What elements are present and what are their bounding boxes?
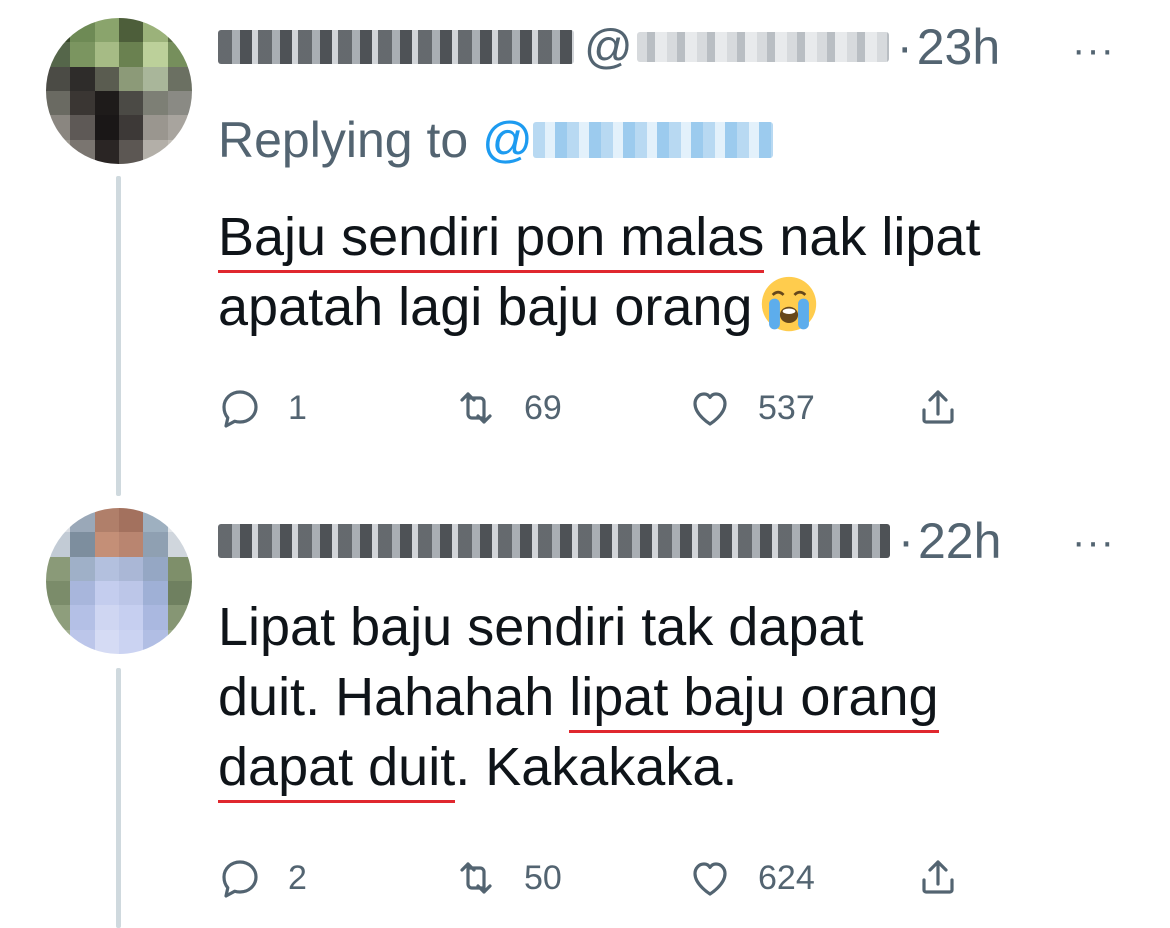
- tweet-line-3: dapat duit. Kakakaka.: [218, 737, 738, 797]
- retweet-count: 69: [524, 388, 562, 427]
- more-options-icon[interactable]: ···: [1072, 28, 1115, 73]
- retweet-count: 50: [524, 858, 562, 897]
- share-icon: [922, 390, 954, 424]
- action-bar: 1 69 537: [0, 378, 1170, 438]
- like-count: 624: [758, 858, 815, 897]
- tweet-line-2: duit. Hahahah lipat baju orang: [218, 667, 939, 727]
- share-button[interactable]: [914, 854, 962, 902]
- like-count: 537: [758, 388, 815, 427]
- display-name[interactable]: [218, 30, 574, 64]
- highlighted-text: lipat baju orang: [569, 667, 939, 727]
- retweet-icon: [460, 862, 492, 894]
- tweet-header: · 22h: [218, 506, 1001, 576]
- more-options-icon[interactable]: ···: [1072, 520, 1115, 565]
- timestamp[interactable]: 23h: [917, 18, 1000, 76]
- highlighted-text: Baju sendiri pon malas: [218, 207, 765, 267]
- tweet-line-1: Lipat baju sendiri tak dapat: [218, 597, 864, 657]
- avatar[interactable]: [46, 18, 192, 164]
- replying-handle[interactable]: [532, 122, 773, 158]
- handle[interactable]: [636, 32, 889, 62]
- reply-count: 2: [288, 858, 307, 897]
- tweet-text: Baju sendiri pon malas nak lipat apatah …: [218, 202, 980, 342]
- replying-to: Replying to @: [218, 108, 773, 172]
- timestamp[interactable]: 22h: [918, 512, 1001, 570]
- tweet-line-2: apatah lagi baju orang: [218, 272, 980, 342]
- action-bar: 2 50 624: [0, 848, 1170, 908]
- like-button[interactable]: 624: [686, 854, 815, 902]
- retweet-button[interactable]: 50: [452, 854, 562, 902]
- tweet-text: Lipat baju sendiri tak dapat duit. Hahah…: [218, 592, 939, 802]
- tweet-header: @ · 23h: [218, 12, 1000, 82]
- heart-icon: [693, 862, 727, 896]
- replying-handle-prefix[interactable]: @: [482, 111, 533, 169]
- heart-icon: [693, 392, 727, 426]
- share-button[interactable]: [914, 384, 962, 432]
- highlighted-text: dapat duit: [218, 737, 456, 797]
- replying-label: Replying to: [218, 112, 469, 168]
- reply-button[interactable]: 2: [216, 854, 307, 902]
- separator: ·: [896, 20, 913, 74]
- like-button[interactable]: 537: [686, 384, 815, 432]
- reply-icon: [222, 390, 258, 428]
- retweet-icon: [460, 392, 492, 424]
- avatar[interactable]: [46, 508, 192, 654]
- tweet-1[interactable]: @ · 23h ··· Replying to @ Baju sendiri p…: [0, 0, 1170, 496]
- reply-count: 1: [288, 388, 307, 427]
- display-name[interactable]: [218, 524, 890, 558]
- separator: ·: [898, 514, 914, 568]
- reply-icon: [222, 860, 258, 898]
- thread-connector: [116, 176, 121, 496]
- share-icon: [922, 860, 954, 894]
- tweet-line-1: Baju sendiri pon malas nak lipat: [218, 207, 981, 267]
- handle-at: @: [584, 20, 633, 74]
- tweet-2[interactable]: · 22h ··· Lipat baju sendiri tak dapat d…: [0, 496, 1170, 928]
- retweet-button[interactable]: 69: [452, 384, 562, 432]
- reply-button[interactable]: 1: [216, 384, 307, 432]
- loudly-crying-face-emoji-icon: [762, 276, 817, 332]
